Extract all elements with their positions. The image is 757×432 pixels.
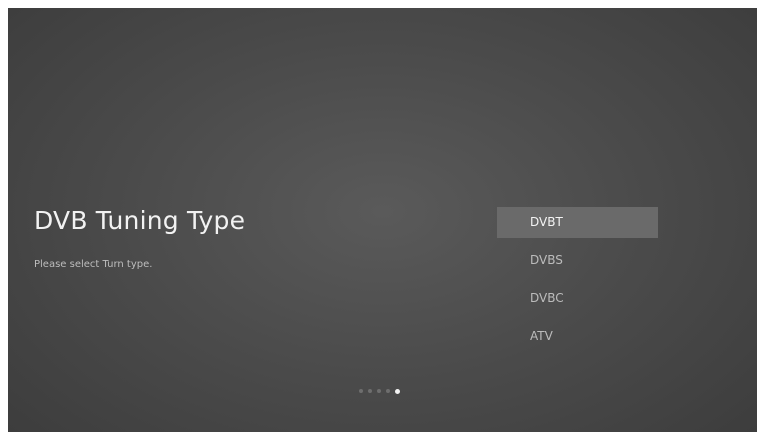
- option-dvbt[interactable]: DVBT: [497, 207, 658, 238]
- step-indicator: [359, 388, 400, 394]
- step-dot-active: [395, 388, 400, 394]
- tuning-type-list: DVBT DVBS DVBC ATV: [497, 207, 658, 359]
- page-subtitle: Please select Turn type.: [34, 259, 153, 270]
- step-dot: [368, 389, 372, 393]
- option-atv[interactable]: ATV: [497, 321, 658, 352]
- step-dot: [377, 389, 381, 393]
- page-title: DVB Tuning Type: [34, 206, 246, 235]
- option-dvbc[interactable]: DVBC: [497, 283, 658, 314]
- step-dot: [359, 389, 363, 393]
- step-dot: [386, 389, 390, 393]
- option-dvbs[interactable]: DVBS: [497, 245, 658, 276]
- tv-setup-screen: DVB Tuning Type Please select Turn type.…: [8, 8, 757, 432]
